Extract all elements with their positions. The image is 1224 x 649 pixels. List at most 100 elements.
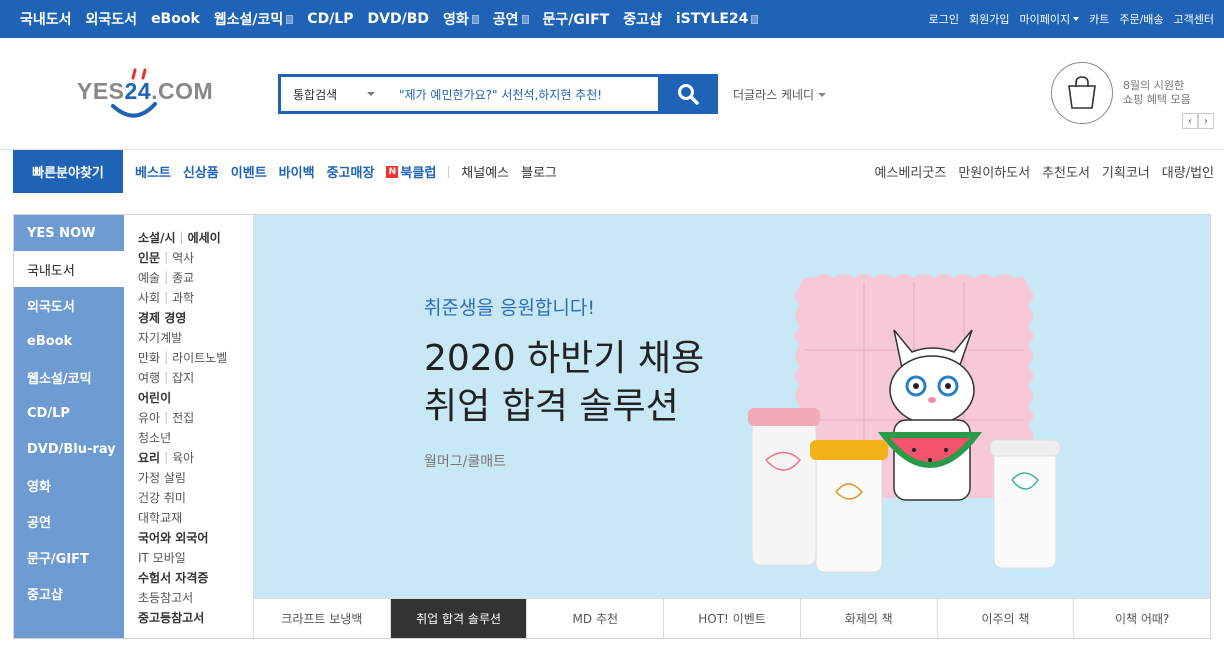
banner-tab[interactable]: 취업 합격 솔루션 [390,599,528,638]
subcategory-link[interactable]: 유아 [138,409,160,426]
left-nav-item[interactable]: YES NOW [14,215,124,251]
subcategory-link[interactable]: 대학교재 [138,509,182,526]
banner-tab[interactable]: 이주의 책 [937,599,1075,638]
hero-banner[interactable]: 취준생을 응원합니다! 2020 하반기 채용 취업 합격 솔루션 월머그/쿨매… [254,215,1210,598]
subcategory-link[interactable]: 육아 [172,449,194,466]
promo-line-2: 쇼핑 혜택 모음 [1123,93,1191,106]
top-category-9[interactable]: 중고샵 [623,9,662,29]
left-nav-item[interactable]: DVD/Blu-ray [14,431,124,467]
chevron-down-icon [1073,17,1080,21]
subcategory-link[interactable]: 인문 [138,249,160,266]
quick-category-button[interactable]: 빠른분야찾기 [13,150,123,193]
subcategory-link[interactable]: 어린이 [138,389,171,406]
author-suggestion[interactable]: 더글라스 케네디 [733,86,827,103]
cart-link[interactable]: 카트 [1089,11,1109,27]
subcategory-link[interactable]: 잡지 [172,369,194,386]
top-category-1[interactable]: 외국도서 [86,9,138,29]
subcategory-link[interactable]: 예술 [138,269,160,286]
banner-tab[interactable]: 화제의 책 [800,599,938,638]
subcategory-link[interactable]: 자기계발 [138,329,182,346]
subcategory-link[interactable]: 가정 살림 [138,469,186,486]
left-nav-item[interactable]: eBook [14,323,124,359]
search-scope-select[interactable]: 통합검색 [293,77,376,111]
subcategory-link[interactable]: 청소년 [138,429,171,446]
subcategory-link[interactable]: 만화 [138,349,160,366]
top-category-7[interactable]: 공연 [493,9,529,29]
nav-link-blog[interactable]: 블로그 [521,162,557,181]
subcategory-link[interactable]: 경제 경영 [138,309,186,326]
subcategory-link[interactable]: 과학 [172,289,194,306]
nav-link-best[interactable]: 베스트 [135,162,171,181]
top-category-5[interactable]: DVD/BD [368,11,429,27]
subcategory-row: 요리 | 육아 [138,447,253,467]
banner-tab[interactable]: 크라프트 보냉백 [254,599,391,638]
banner-tab[interactable]: MD 추천 [527,599,665,638]
join-link[interactable]: 회원가입 [969,11,1009,27]
banner-tab[interactable]: HOT! 이벤트 [664,599,801,638]
nav-link-under-10000[interactable]: 만원이하도서 [958,162,1030,181]
left-category-nav: YES NOW 국내도서 외국도서 eBook 웹소설/코믹 CD/LP DVD/Blu-r… [14,215,124,638]
subcategory-link[interactable]: 역사 [172,249,194,266]
support-link[interactable]: 고객센터 [1174,11,1214,27]
nav-link-recommended[interactable]: 추천도서 [1042,162,1090,181]
top-category-3[interactable]: 웹소설/코믹 [214,9,294,29]
subcategory-row: 자기계발 [138,327,253,347]
subcategory-link[interactable]: 국어와 외국어 [138,529,208,546]
top-category-bar: 국내도서 외국도서 eBook 웹소설/코믹 CD/LP DVD/BD 영화 공연 문구/GIF… [0,0,1224,38]
login-link[interactable]: 로그인 [929,11,959,27]
nav-link-event[interactable]: 이벤트 [231,162,267,181]
left-nav-item[interactable]: 중고샵 [14,575,124,611]
top-category-10[interactable]: iSTYLE24 [676,11,759,27]
left-nav-item[interactable]: 문구/GIFT [14,539,124,575]
shopping-bag-button[interactable] [1051,62,1113,124]
nav-link-goods[interactable]: 예스베리굿즈 [875,162,947,181]
next-button[interactable]: › [1198,113,1214,129]
nav-link-featured[interactable]: 기획코너 [1102,162,1150,181]
banner-tab[interactable]: 이책 어때? [1074,599,1211,638]
search-button[interactable] [658,74,718,114]
subcategory-row: 초등참고서 [138,587,253,607]
nav-link-bulk[interactable]: 대량/법인 [1162,162,1214,181]
logo[interactable]: YES24.COM [77,66,217,122]
subcategory-row: 중고등참고서 [138,607,253,627]
left-nav-item[interactable]: 웹소설/코믹 [14,359,124,395]
subcategory-link[interactable]: 초등참고서 [138,589,193,606]
orders-link[interactable]: 주문/배송 [1119,11,1163,27]
subcategory-link[interactable]: 전집 [172,409,194,426]
separator: | [164,450,169,464]
nav-link-new[interactable]: 신상품 [183,162,219,181]
left-nav-item[interactable]: 공연 [14,503,124,539]
top-category-0[interactable]: 국내도서 [20,9,72,29]
nav-link-used-store[interactable]: 중고매장 [327,162,375,181]
promo-text[interactable]: 8월의 시원한 쇼핑 혜택 모음 [1123,79,1191,107]
prev-button[interactable]: ‹ [1182,113,1198,129]
external-window-icon [751,14,759,24]
nav-link-channel-yes[interactable]: 채널예스 [461,162,509,181]
subcategory-link[interactable]: 사회 [138,289,160,306]
subcategory-link[interactable]: 요리 [138,449,160,466]
top-category-6[interactable]: 영화 [443,9,479,29]
subcategory-link[interactable]: 라이트노벨 [172,349,227,366]
nav-link-buyback[interactable]: 바이백 [279,162,315,181]
search-input[interactable] [399,83,657,105]
mypage-link[interactable]: 마이페이지 [1019,11,1080,27]
subcategory-link[interactable]: 종교 [172,269,194,286]
subcategory-link[interactable]: 에세이 [188,229,221,246]
top-category-2[interactable]: eBook [151,11,200,27]
external-window-icon [286,14,294,24]
subcategory-link[interactable]: IT 모바일 [138,549,186,566]
subcategory-row: 유아 | 전집 [138,407,253,427]
subcategory-row: 인문 | 역사 [138,247,253,267]
subcategory-link[interactable]: 소설/시 [138,229,176,246]
subcategory-link[interactable]: 건강 취미 [138,489,186,506]
subcategory-link[interactable]: 수험서 자격증 [138,569,208,586]
left-nav-item[interactable]: CD/LP [14,395,124,431]
top-category-8[interactable]: 문구/GIFT [543,9,610,29]
left-nav-item[interactable]: 국내도서 [14,251,124,287]
subcategory-link[interactable]: 중고등참고서 [138,609,204,626]
left-nav-item[interactable]: 영화 [14,467,124,503]
left-nav-item[interactable]: 외국도서 [14,287,124,323]
nav-link-bookclub[interactable]: N 북클럽 [386,162,436,181]
top-category-4[interactable]: CD/LP [307,11,353,27]
subcategory-link[interactable]: 여행 [138,369,160,386]
